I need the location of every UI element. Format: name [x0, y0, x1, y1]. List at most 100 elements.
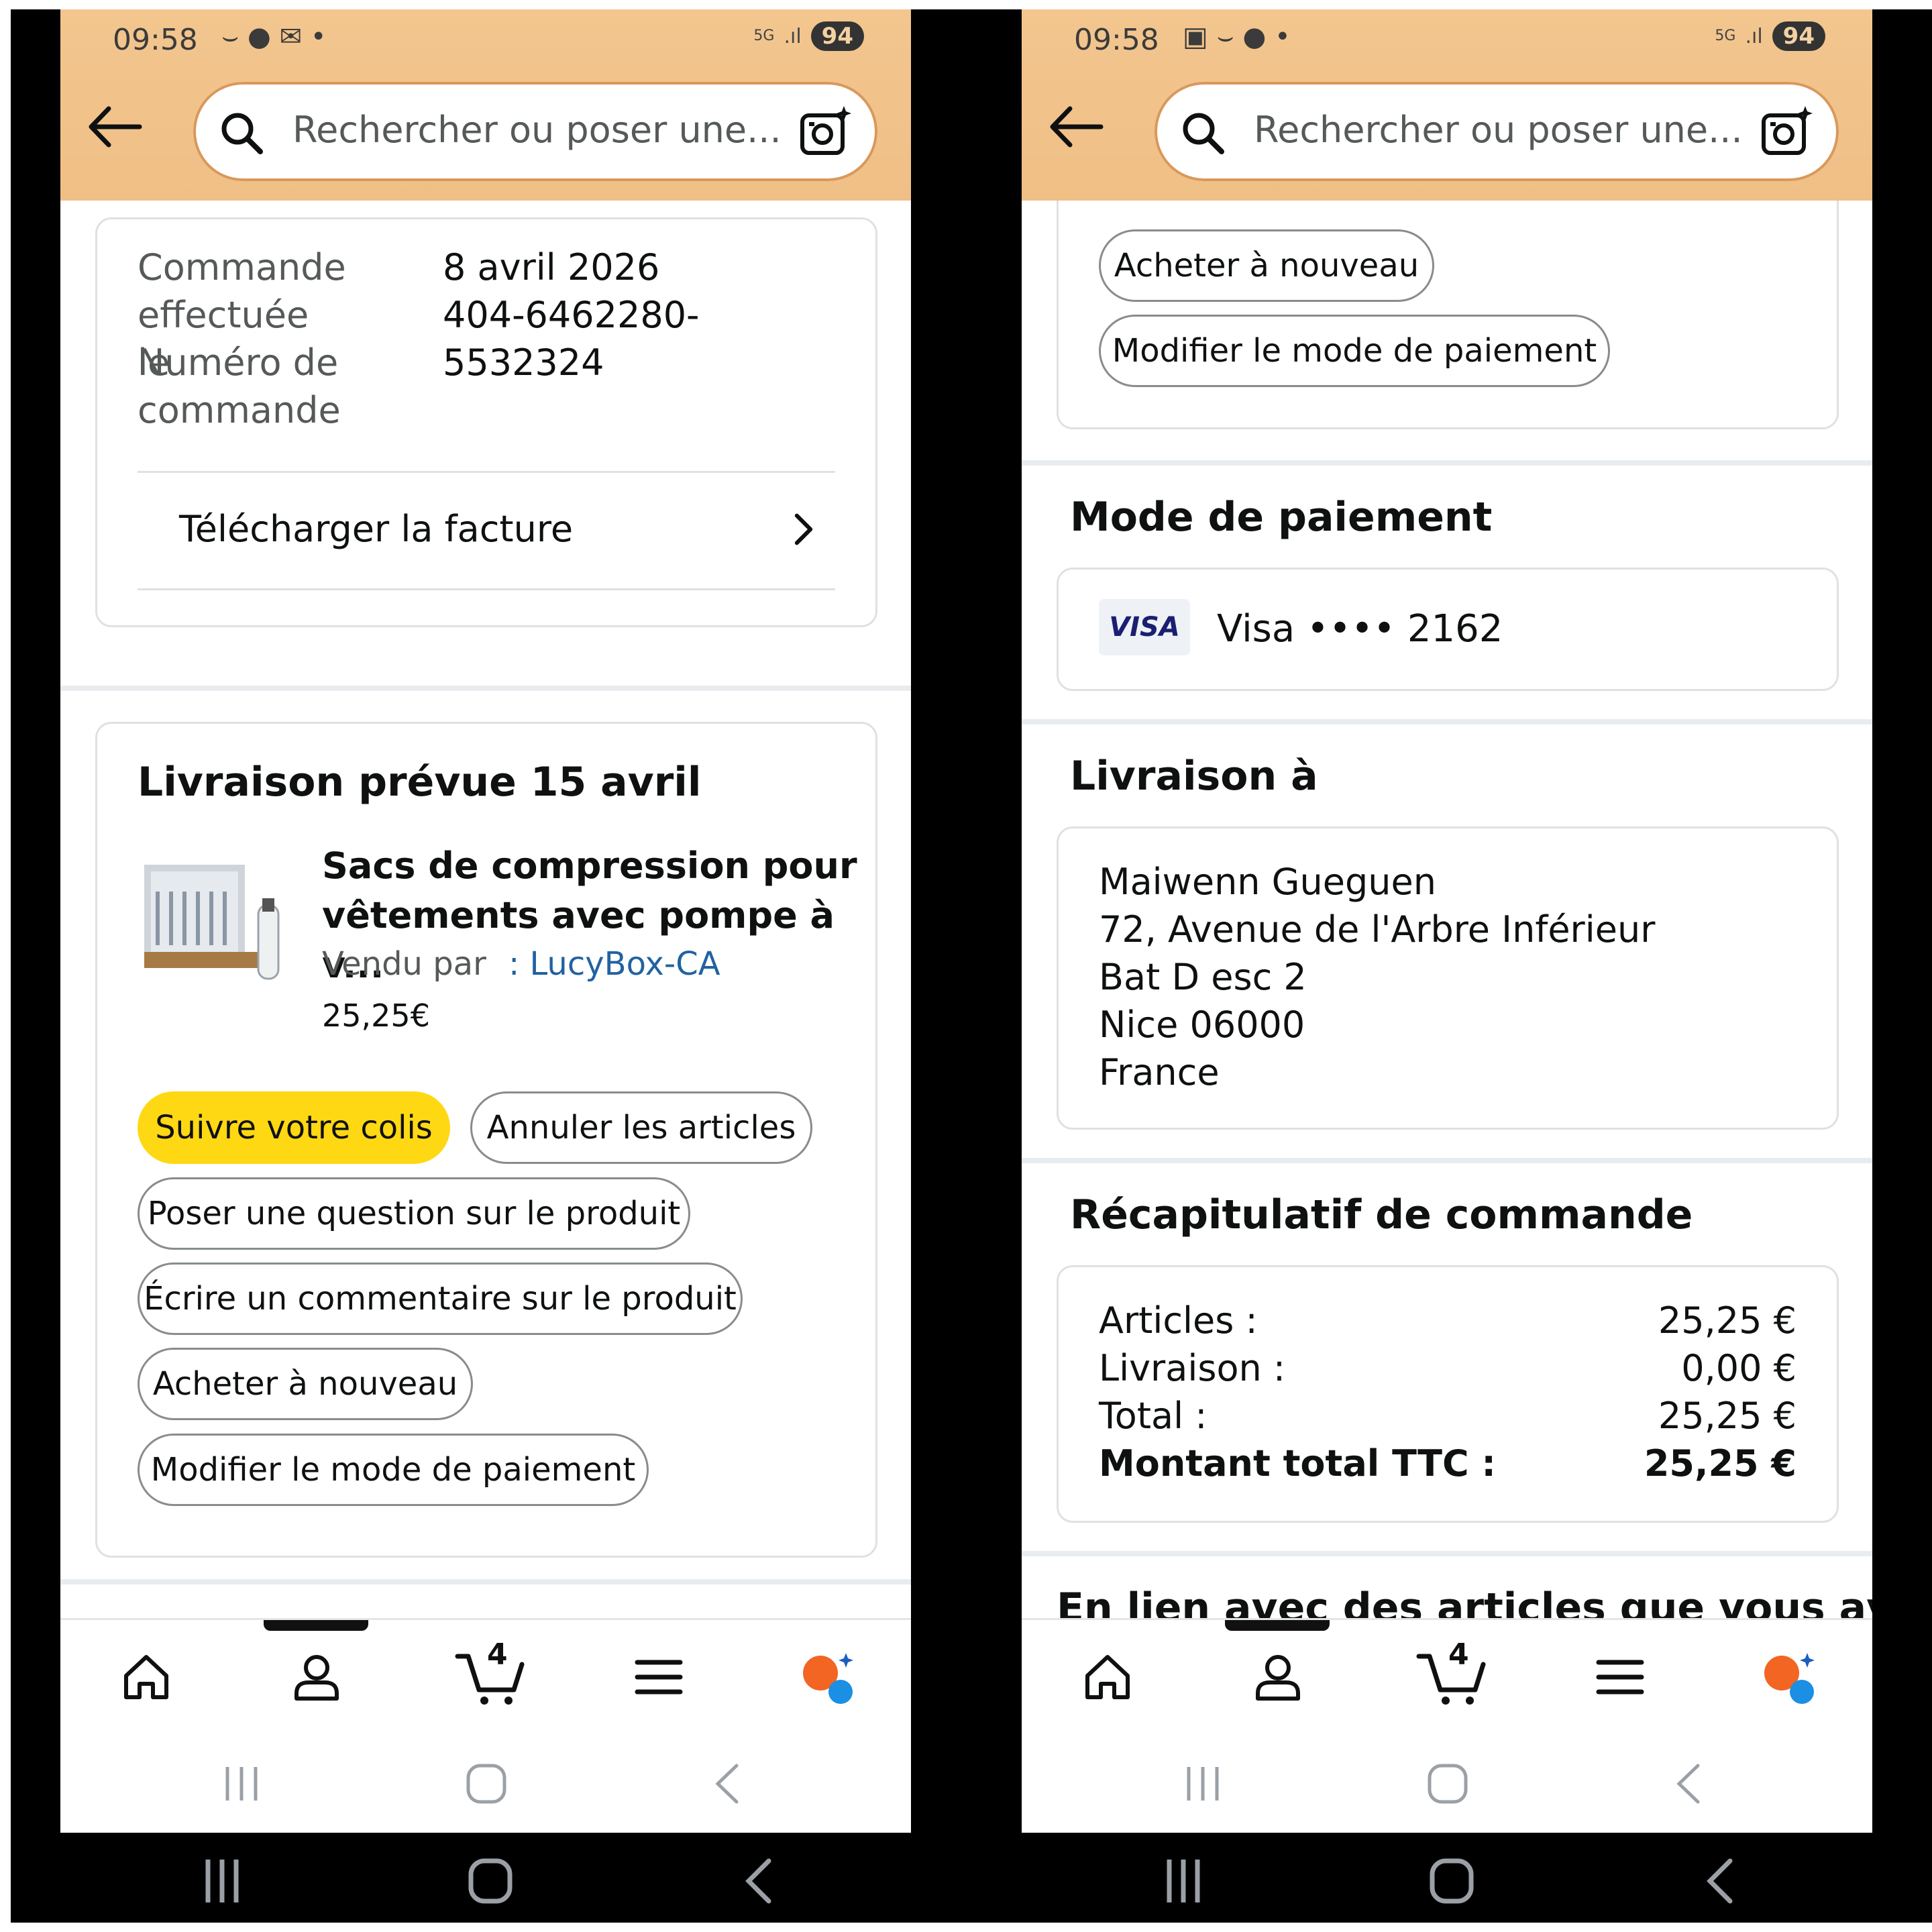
cancel-items-button[interactable]: Annuler les articles	[470, 1091, 812, 1164]
sold-by-row: Vendu par : LucyBox-CA	[322, 945, 720, 983]
system-back-icon[interactable]	[1666, 1760, 1713, 1807]
shipping-address-card: Maiwenn Gueguen 72, Avenue de l'Arbre In…	[1057, 826, 1839, 1130]
track-package-button[interactable]: Suivre votre colis	[138, 1091, 450, 1164]
section-separator	[1022, 719, 1872, 724]
signal-icon: .ıl	[1745, 24, 1763, 48]
payment-title: Mode de paiement	[1070, 494, 1493, 541]
product-image[interactable]	[138, 851, 285, 985]
address-city: Nice 06000	[1099, 1004, 1305, 1046]
write-review-button[interactable]: Écrire un commentaire sur le produit	[138, 1263, 743, 1335]
search-input[interactable]: Rechercher ou poser une...	[193, 82, 877, 181]
search-placeholder: Rechercher ou poser une...	[1254, 109, 1743, 151]
home-button-icon[interactable]	[463, 1760, 510, 1807]
address-country: France	[1099, 1051, 1220, 1093]
grand-total-value: 25,25 €	[1644, 1442, 1796, 1485]
change-payment-button[interactable]: Modifier le mode de paiement	[138, 1434, 649, 1506]
home-icon[interactable]	[119, 1650, 173, 1704]
buy-again-button[interactable]: Acheter à nouveau	[1099, 229, 1434, 302]
app-header: 09:58 ▣ ⌣ ● • 5G .ıl 94 Rechercher ou po…	[1022, 9, 1872, 201]
recipient-name: Maiwenn Gueguen	[1099, 861, 1436, 903]
status-right: 5G .ıl 94	[1715, 21, 1825, 51]
rufus-assistant-icon[interactable]	[1763, 1650, 1817, 1704]
order-number-value-1: 404-6462280-	[443, 294, 700, 336]
menu-icon[interactable]	[1593, 1650, 1647, 1704]
seller-link[interactable]: : LucyBox-CA	[508, 945, 720, 983]
cart-button[interactable]: 4	[455, 1638, 529, 1707]
delivery-card: Livraison prévue 15 avril Sacs de compre…	[95, 722, 877, 1558]
cart-button[interactable]: 4	[1416, 1638, 1490, 1707]
section-separator-bottom	[60, 1579, 911, 1585]
order-info-card: Commande effectuée le 8 avril 2026 404-6…	[95, 217, 877, 627]
menu-icon[interactable]	[632, 1650, 686, 1704]
status-time: 09:58	[113, 23, 198, 57]
network-label: 5G	[753, 28, 775, 44]
grand-total-label: Montant total TTC :	[1099, 1442, 1496, 1485]
product-price: 25,25€	[322, 998, 430, 1034]
order-number-label: Numéro de commande	[138, 341, 341, 431]
download-invoice-row[interactable]: Télécharger la facture	[138, 474, 835, 588]
back-arrow-icon[interactable]	[86, 103, 142, 150]
cart-count: 4	[1448, 1638, 1469, 1672]
visa-logo: VISA	[1099, 599, 1190, 655]
order-divider	[138, 471, 835, 473]
recent-apps-icon[interactable]	[1179, 1760, 1226, 1807]
search-icon	[1183, 113, 1224, 154]
shipping-cost-label: Livraison :	[1099, 1347, 1286, 1389]
right-screen: Acheter à nouveau Modifier le mode de pa…	[1022, 9, 1872, 1833]
summary-values: 25,25 € 0,00 € 25,25 € 25,25 €	[1644, 1297, 1796, 1487]
order-date-value: 8 avril 2026	[443, 246, 660, 288]
product-thumbnail-icon	[144, 865, 280, 980]
recent-apps-icon[interactable]	[218, 1760, 265, 1807]
back-arrow-icon[interactable]	[1047, 103, 1104, 150]
order-summary-card: Articles : Livraison : Total : Montant t…	[1057, 1265, 1839, 1523]
home-button-icon[interactable]	[1424, 1760, 1471, 1807]
battery-badge: 94	[1772, 21, 1825, 51]
home-icon[interactable]	[1081, 1650, 1134, 1704]
account-icon[interactable]	[290, 1650, 343, 1704]
camera-search-icon[interactable]	[798, 105, 852, 158]
shipping-cost-value: 0,00 €	[1681, 1347, 1796, 1389]
left-device-frame: 09:58 ⌣ ● ✉ • 5G .ıl 94 Rechercher ou po…	[11, 9, 973, 1923]
search-input[interactable]: Rechercher ou poser une...	[1155, 82, 1839, 181]
notification-icons: ⌣ ● ✉ •	[221, 21, 327, 52]
active-tab-indicator	[264, 1620, 368, 1631]
change-payment-button[interactable]: Modifier le mode de paiement	[1099, 315, 1610, 387]
left-screen: 09:58 ⌣ ● ✉ • 5G .ıl 94 Rechercher ou po…	[60, 9, 911, 1833]
total-value: 25,25 €	[1658, 1395, 1796, 1437]
app-header: 09:58 ⌣ ● ✉ • 5G .ıl 94 Rechercher ou po…	[60, 9, 911, 201]
invoice-divider	[138, 588, 835, 590]
outer-system-nav-bar	[11, 1834, 973, 1921]
account-icon[interactable]	[1251, 1650, 1305, 1704]
battery-badge: 94	[810, 21, 864, 51]
outer-back-icon[interactable]	[1697, 1854, 1743, 1908]
buy-again-button[interactable]: Acheter à nouveau	[138, 1348, 473, 1420]
section-separator	[1022, 1158, 1872, 1163]
section-separator	[60, 686, 911, 691]
order-summary-title: Récapitulatif de commande	[1070, 1191, 1693, 1238]
chevron-right-icon	[794, 513, 813, 545]
sold-by-label: Vendu par	[322, 945, 486, 983]
system-back-icon[interactable]	[704, 1760, 751, 1807]
bottom-navigation: 4	[60, 1618, 911, 1727]
outer-home-icon[interactable]	[467, 1854, 514, 1908]
signal-icon: .ıl	[784, 24, 802, 48]
camera-search-icon[interactable]	[1760, 105, 1813, 158]
payment-card[interactable]: VISA Visa •••• 2162	[1057, 568, 1839, 691]
section-separator	[1022, 1551, 1872, 1556]
notification-icons: ▣ ⌣ ● •	[1183, 21, 1291, 52]
outer-home-icon[interactable]	[1428, 1854, 1475, 1908]
summary-labels: Articles : Livraison : Total : Montant t…	[1099, 1297, 1496, 1487]
search-placeholder: Rechercher ou poser une...	[292, 109, 782, 151]
outer-back-icon[interactable]	[735, 1854, 782, 1908]
shipping-title: Livraison à	[1070, 753, 1318, 800]
cart-count: 4	[487, 1638, 508, 1672]
outer-recent-apps-icon[interactable]	[199, 1854, 246, 1908]
search-icon	[221, 113, 263, 154]
ask-product-question-button[interactable]: Poser une question sur le produit	[138, 1177, 690, 1250]
outer-recent-apps-icon[interactable]	[1160, 1854, 1207, 1908]
active-tab-indicator	[1225, 1620, 1330, 1631]
download-invoice-label: Télécharger la facture	[179, 508, 574, 550]
items-value: 25,25 €	[1658, 1299, 1796, 1342]
rufus-assistant-icon[interactable]	[802, 1650, 855, 1704]
network-label: 5G	[1715, 28, 1736, 44]
